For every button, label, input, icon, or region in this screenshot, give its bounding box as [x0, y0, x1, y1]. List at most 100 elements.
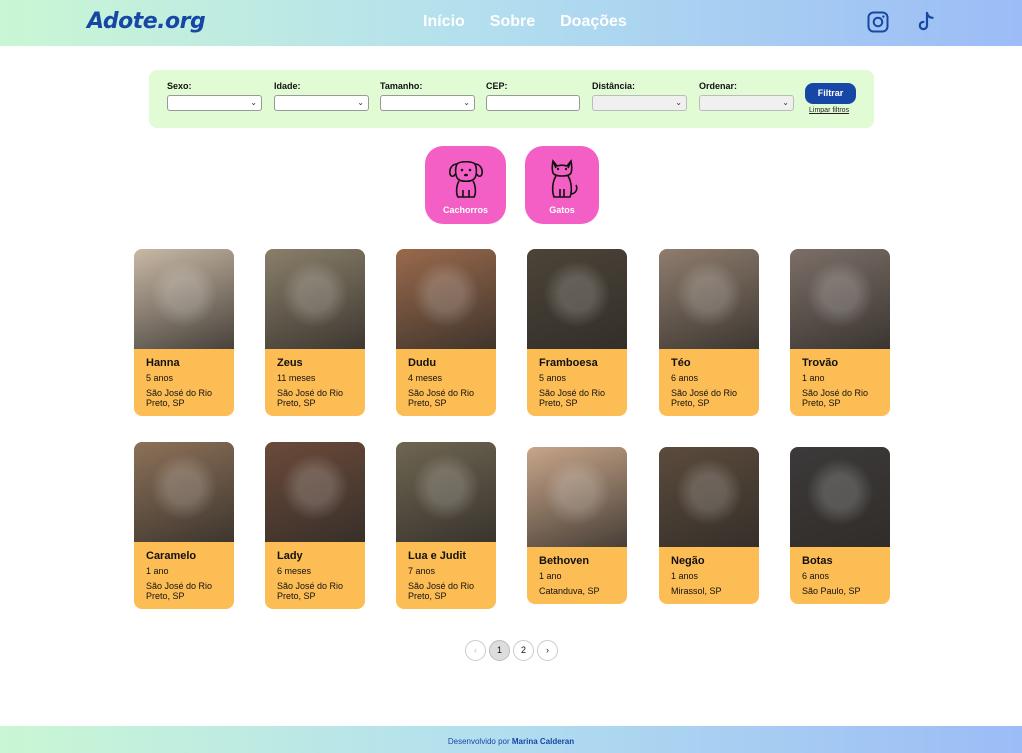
pet-age: 6 anos: [671, 373, 699, 383]
pet-age: 1 ano: [146, 566, 169, 576]
dogs-label: Cachorros: [442, 205, 488, 215]
pet-location: São José do Rio Preto, SP: [802, 388, 869, 408]
pet-info: Trovão 1 ano São José do Rio Preto, SP: [790, 349, 890, 416]
pet-name: Téo: [671, 357, 691, 369]
pet-name: Hanna: [146, 357, 180, 369]
pet-info: Dudu 4 meses São José do Rio Preto, SP: [396, 349, 496, 416]
filter-idade-label: Idade:: [274, 81, 301, 91]
pet-info: Botas 6 anos São Paulo, SP: [790, 547, 890, 604]
pet-card[interactable]: Lua e Judit 7 anos São José do Rio Preto, …: [396, 442, 496, 609]
pet-location: Catanduva, SP: [539, 586, 600, 596]
pet-card[interactable]: Trovão 1 ano São José do Rio Preto, SP: [790, 249, 890, 416]
footer-credit: Desenvolvido por Marina Calderan: [0, 726, 1022, 753]
pet-location: São José do Rio Preto, SP: [671, 388, 738, 408]
pet-photo: [396, 442, 496, 542]
distancia-select[interactable]: ⌄: [592, 95, 687, 111]
pet-age: 5 anos: [146, 373, 174, 383]
pet-location: São José do Rio Preto, SP: [146, 388, 213, 408]
pet-info: Zeus 11 meses São José do Rio Preto, SP: [265, 349, 365, 416]
pet-card[interactable]: Dudu 4 meses São José do Rio Preto, SP: [396, 249, 496, 416]
pet-name: Caramelo: [146, 550, 197, 562]
cats-label: Gatos: [549, 205, 575, 215]
pet-name: Lady: [277, 550, 303, 562]
pet-age: 1 ano: [539, 571, 562, 581]
pet-name: Dudu: [408, 357, 437, 369]
pet-card[interactable]: Negão 1 anos Mirassol, SP: [659, 447, 759, 604]
pet-name: Zeus: [277, 357, 303, 369]
pet-photo: [134, 442, 234, 542]
pet-location: São José do Rio Preto, SP: [539, 388, 606, 408]
filter-tamanho-label: Tamanho:: [380, 81, 423, 91]
pet-photo: [265, 442, 365, 542]
filter-sexo: Sexo: ⌄: [167, 81, 262, 111]
pet-age: 1 anos: [671, 571, 699, 581]
pet-name: Botas: [802, 555, 833, 567]
pet-photo: [790, 249, 890, 349]
pet-photo: [134, 249, 234, 349]
pet-info: Caramelo 1 ano São José do Rio Preto, SP: [134, 542, 234, 609]
page: Adote.org Início Sobre Doações Sexo: ⌄ I…: [0, 0, 1022, 753]
pet-location: São José do Rio Preto, SP: [408, 388, 475, 408]
filter-idade: Idade: ⌄: [274, 81, 369, 111]
site-header: Adote.org Início Sobre Doações: [0, 0, 1022, 46]
pet-location: São José do Rio Preto, SP: [277, 581, 344, 601]
pet-photo: [396, 249, 496, 349]
tiktok-icon[interactable]: [914, 10, 938, 34]
pet-info: Bethoven 1 ano Catanduva, SP: [527, 547, 627, 604]
dogs-button[interactable]: Cachorros: [425, 146, 506, 224]
pet-location: São José do Rio Preto, SP: [408, 581, 475, 601]
pet-card[interactable]: Lady 6 meses São José do Rio Preto, SP: [265, 442, 365, 609]
idade-select[interactable]: ⌄: [274, 95, 369, 111]
pet-card[interactable]: Zeus 11 meses São José do Rio Preto, SP: [265, 249, 365, 416]
nav-inicio[interactable]: Início: [423, 13, 465, 31]
prev-page-button[interactable]: ‹: [465, 640, 486, 661]
pet-card[interactable]: Framboesa 5 anos São José do Rio Preto, SP: [527, 249, 627, 416]
chevron-down-icon: ⌄: [675, 98, 682, 107]
chevron-down-icon: ⌄: [782, 98, 789, 107]
nav-doacoes[interactable]: Doações: [560, 13, 627, 31]
pet-info: Framboesa 5 anos São José do Rio Preto, SP: [527, 349, 627, 416]
pet-card[interactable]: Hanna 5 anos São José do Rio Preto, SP: [134, 249, 234, 416]
filter-button[interactable]: Filtrar: [805, 83, 856, 104]
clear-filters-link[interactable]: Limpar filtros: [809, 107, 849, 114]
pet-info: Hanna 5 anos São José do Rio Preto, SP: [134, 349, 234, 416]
footer-author: Marina Calderan: [511, 737, 575, 746]
filter-cep-label: CEP:: [486, 81, 508, 91]
pet-card[interactable]: Bethoven 1 ano Catanduva, SP: [527, 447, 627, 604]
pet-photo: [659, 447, 759, 547]
chevron-down-icon: ⌄: [463, 98, 470, 107]
site-logo[interactable]: Adote.org: [87, 9, 206, 34]
chevron-down-icon: ⌄: [357, 98, 364, 107]
pet-age: 6 anos: [802, 571, 830, 581]
filter-panel: Sexo: ⌄ Idade: ⌄ Tamanho: ⌄ CEP: Distânc…: [149, 70, 874, 128]
instagram-icon[interactable]: [866, 10, 890, 34]
ordenar-select[interactable]: ⌄: [699, 95, 794, 111]
next-page-button[interactable]: ›: [537, 640, 558, 661]
pet-name: Lua e Judit: [408, 550, 467, 562]
sexo-select[interactable]: ⌄: [167, 95, 262, 111]
cats-button[interactable]: Gatos: [525, 146, 599, 224]
pet-card[interactable]: Botas 6 anos São Paulo, SP: [790, 447, 890, 604]
pet-name: Trovão: [802, 357, 839, 369]
pet-photo: [659, 249, 759, 349]
pet-photo: [527, 249, 627, 349]
pet-location: Mirassol, SP: [671, 586, 722, 596]
page-1-button[interactable]: 1: [489, 640, 510, 661]
pet-name: Negão: [671, 555, 705, 567]
nav-sobre[interactable]: Sobre: [490, 13, 535, 31]
pet-name: Bethoven: [539, 555, 590, 567]
tamanho-select[interactable]: ⌄: [380, 95, 475, 111]
filter-cep: CEP:: [486, 81, 580, 111]
pet-age: 1 ano: [802, 373, 825, 383]
filter-ordenar: Ordenar: ⌄: [699, 81, 794, 111]
chevron-down-icon: ⌄: [250, 98, 257, 107]
pet-card[interactable]: Téo 6 anos São José do Rio Preto, SP: [659, 249, 759, 416]
pet-age: 11 meses: [277, 373, 316, 383]
page-2-button[interactable]: 2: [513, 640, 534, 661]
cat-icon: [551, 159, 578, 198]
pagination: ‹ 1 2 ›: [465, 640, 558, 661]
pet-info: Lua e Judit 7 anos São José do Rio Preto, …: [396, 542, 496, 609]
cep-input[interactable]: [486, 95, 580, 111]
pet-card[interactable]: Caramelo 1 ano São José do Rio Preto, SP: [134, 442, 234, 609]
filter-ordenar-label: Ordenar:: [699, 81, 738, 91]
